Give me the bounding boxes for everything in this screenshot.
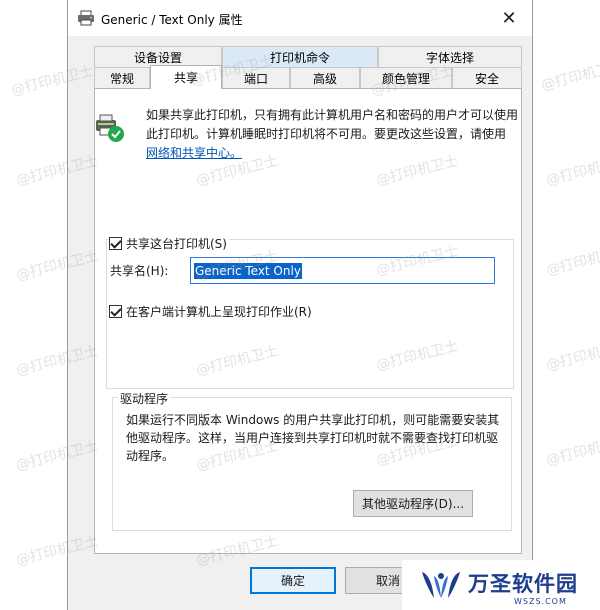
render-jobs-checkbox-row[interactable]: 在客户端计算机上呈现打印作业(R) — [109, 303, 312, 320]
tab-general[interactable]: 常规 — [94, 67, 150, 88]
watermark: @打印机卫士 — [544, 243, 600, 279]
tab-ports[interactable]: 端口 — [222, 67, 290, 88]
network-sharing-center-link[interactable]: 网络和共享中心。 — [146, 146, 242, 160]
tab-security[interactable]: 安全 — [452, 67, 522, 88]
drivers-description: 如果运行不同版本 Windows 的用户共享此打印机，则可能需要安装其他驱动程序… — [126, 413, 500, 463]
sharing-info-text: 如果共享此打印机，只有拥有此计算机用户名和密码的用户才可以使用此打印机。计算机睡… — [146, 108, 519, 160]
share-printer-checkbox-row[interactable]: 共享这台打印机(S) — [109, 235, 229, 252]
ok-button[interactable]: 确定 — [250, 567, 336, 594]
close-icon: ✕ — [501, 7, 517, 29]
render-jobs-label: 在客户端计算机上呈现打印作业(R) — [126, 305, 312, 319]
additional-drivers-button[interactable]: 其他驱动程序(D)... — [353, 490, 473, 517]
close-button[interactable]: ✕ — [486, 0, 532, 36]
share-printer-label: 共享这台打印机(S) — [126, 237, 227, 251]
site-logo: 万圣软件园 WSZS.COM — [402, 560, 600, 610]
logo-subtext: WSZS.COM — [514, 597, 567, 606]
drivers-legend: 驱动程序 — [118, 390, 171, 407]
watermark: @打印机卫士 — [544, 433, 600, 469]
tab-sharing[interactable]: 共享 — [150, 65, 222, 89]
tab-advanced[interactable]: 高级 — [290, 67, 360, 88]
window-title: Generic / Text Only 属性 — [101, 13, 243, 27]
tab-color-management[interactable]: 颜色管理 — [360, 67, 452, 88]
share-printer-checkbox[interactable] — [109, 237, 122, 250]
watermark: @打印机卫士 — [544, 153, 600, 189]
share-name-label: 共享名(H): — [110, 264, 169, 278]
tab-device-settings[interactable]: 设备设置 — [94, 46, 222, 67]
tab-font-selection[interactable]: 字体选择 — [378, 46, 522, 67]
share-name-value: Generic Text Only — [194, 262, 302, 279]
render-jobs-checkbox[interactable] — [109, 305, 122, 318]
title-bar: Generic / Text Only 属性 ✕ — [68, 0, 532, 36]
printer-properties-dialog: Generic / Text Only 属性 ✕ 设备设置 打印机命令 字体选择… — [67, 0, 533, 610]
logo-icon — [422, 572, 460, 598]
printer-icon — [78, 10, 94, 26]
share-name-input[interactable]: Generic Text Only — [190, 257, 495, 284]
shared-printer-icon — [96, 114, 124, 142]
tab-printer-commands[interactable]: 打印机命令 — [222, 46, 378, 67]
share-name-label-row: 共享名(H): — [110, 262, 168, 279]
watermark: @打印机卫士 — [539, 58, 600, 94]
watermark: @打印机卫士 — [544, 338, 600, 374]
logo-text: 万圣软件园 — [468, 571, 578, 596]
